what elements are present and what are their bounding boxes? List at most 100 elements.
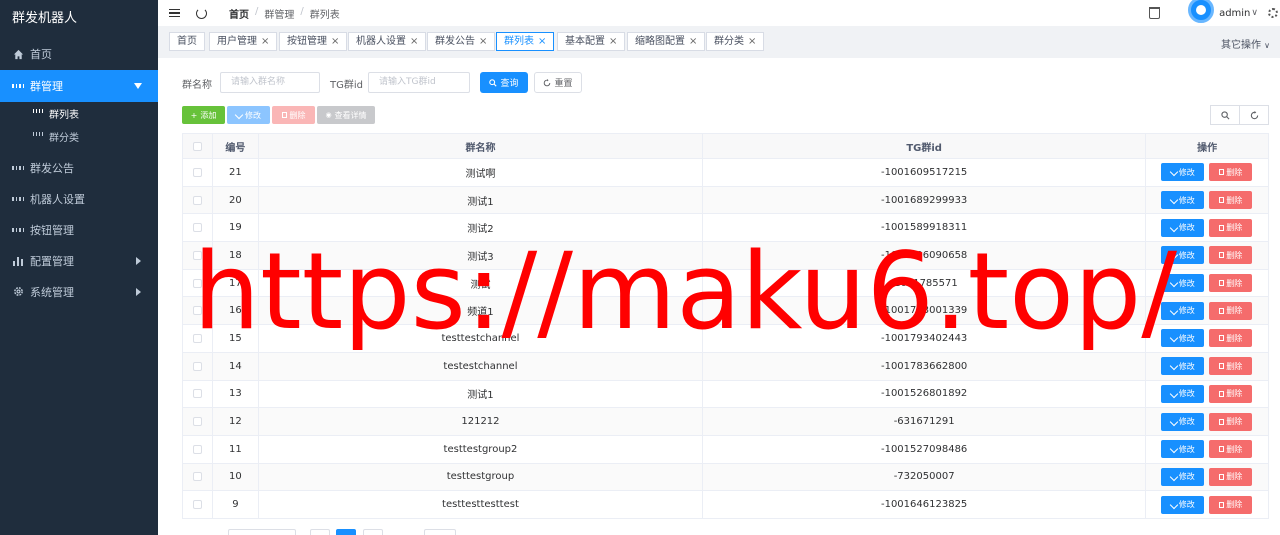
tg-id-input[interactable]: 请输入TG群id [368,72,470,93]
query-button[interactable]: 查询 [480,72,528,93]
row-edit-button[interactable]: 修改 [1161,218,1205,237]
row-edit-button[interactable]: 修改 [1161,412,1205,431]
tab-group-category[interactable]: 群分类 × [706,32,765,51]
row-edit-button[interactable]: 修改 [1161,467,1205,486]
tab-button-management[interactable]: 按钮管理 × [279,32,348,51]
row-delete-button[interactable]: 删除 [1209,218,1253,237]
row-delete-button[interactable]: 删除 [1209,329,1253,348]
tab-user-management[interactable]: 用户管理 × [209,32,278,51]
row-checkbox[interactable] [192,278,202,288]
tags-more-actions[interactable]: 其它操作 ∨ [1221,36,1270,51]
sidebar-item-config-management[interactable]: 配置管理 [0,245,158,276]
row-checkbox[interactable] [192,333,202,343]
prev-page-button[interactable] [310,529,330,535]
chevron-down-icon[interactable]: ∨ [1251,8,1258,18]
select-cell [183,325,213,352]
sidebar-item-group-management[interactable]: 群管理 [0,70,158,102]
breadcrumb-item[interactable]: 首页 [229,6,249,21]
close-icon[interactable]: × [410,36,418,47]
row-delete-button[interactable]: 删除 [1209,384,1253,403]
sidebar-item-system-management[interactable]: 系统管理 [0,276,158,307]
tab-home[interactable]: 首页 [169,32,205,51]
row-group-name: testtesttesttest [259,491,704,518]
page-number-current[interactable] [336,529,356,535]
breadcrumb-item[interactable]: 群管理 [264,6,294,21]
refresh-icon [544,78,551,86]
group-name-input[interactable]: 请输入群名称 [220,72,320,93]
row-delete-button[interactable]: 删除 [1209,412,1253,431]
trash-icon [1219,335,1225,342]
close-icon[interactable]: × [479,36,487,47]
row-checkbox[interactable] [192,306,202,316]
sidebar-subitem-group-list[interactable]: 群列表 [0,102,158,125]
row-delete-button[interactable]: 删除 [1209,301,1253,320]
view-details-button[interactable]: ◉ 查看详情 [317,106,375,124]
row-delete-button[interactable]: 删除 [1209,495,1253,514]
hamburger-icon[interactable] [169,8,180,18]
tab-bot-settings[interactable]: 机器人设置 × [348,32,427,51]
row-edit-button[interactable]: 修改 [1161,384,1205,403]
row-checkbox[interactable] [192,361,202,371]
add-button[interactable]: + 添加 [182,106,225,124]
reset-button[interactable]: 重置 [534,72,582,93]
row-checkbox[interactable] [192,472,202,482]
row-delete-button[interactable]: 删除 [1209,357,1253,376]
toggle-search-button[interactable] [1210,105,1240,125]
refresh-icon[interactable] [196,7,207,19]
row-delete-button[interactable]: 删除 [1209,163,1253,182]
close-icon[interactable]: × [689,36,697,47]
tab-announcement[interactable]: 群发公告 × [427,32,496,51]
row-tg-id: -1001527098486 [703,435,1147,463]
row-checkbox[interactable] [192,223,202,233]
refresh-table-button[interactable] [1239,105,1269,125]
sidebar-subitem-group-category[interactable]: 群分类 [0,125,158,148]
tab-label: 机器人设置 [356,36,406,47]
user-name[interactable]: admin [1219,8,1250,19]
row-delete-label: 删除 [1226,333,1243,343]
row-checkbox[interactable] [192,389,202,399]
row-edit-button[interactable]: 修改 [1161,163,1205,182]
settings-icon[interactable] [1268,8,1278,18]
tab-thumbnail-config[interactable]: 缩略图配置 × [627,32,706,51]
row-delete-button[interactable]: 删除 [1209,440,1253,459]
row-delete-button[interactable]: 删除 [1209,274,1253,293]
row-delete-button[interactable]: 删除 [1209,467,1253,486]
sidebar-item-button-management[interactable]: 按钮管理 [0,214,158,245]
plus-icon: + [190,110,198,120]
trash-icon[interactable] [1149,7,1161,19]
sidebar-item-home[interactable]: 首页 [0,38,158,70]
close-icon[interactable]: × [748,36,756,47]
next-page-button[interactable] [363,529,383,535]
sidebar-item-bot-settings[interactable]: 机器人设置 [0,183,158,214]
row-edit-button[interactable]: 修改 [1161,495,1205,514]
close-icon[interactable]: × [261,36,269,47]
page-size-select[interactable] [228,529,296,535]
tab-basic-config[interactable]: 基本配置 × [557,32,626,51]
select-all-checkbox[interactable] [192,141,202,151]
row-edit-button[interactable]: 修改 [1161,191,1205,210]
row-checkbox[interactable] [192,417,202,427]
sidebar-item-announcement[interactable]: 群发公告 [0,152,158,183]
row-edit-button[interactable]: 修改 [1161,246,1205,265]
row-checkbox[interactable] [192,250,202,260]
row-delete-button[interactable]: 删除 [1209,191,1253,210]
close-icon[interactable]: × [609,36,617,47]
goto-page-input[interactable] [424,529,456,535]
edit-button[interactable]: 修改 [227,106,270,124]
row-edit-button[interactable]: 修改 [1161,301,1205,320]
row-edit-button[interactable]: 修改 [1161,440,1205,459]
row-edit-button[interactable]: 修改 [1161,357,1205,376]
close-icon[interactable]: × [331,36,339,47]
row-edit-button[interactable]: 修改 [1161,274,1205,293]
avatar[interactable] [1188,0,1215,23]
row-checkbox[interactable] [192,167,202,177]
row-delete-button[interactable]: 删除 [1209,246,1253,265]
row-edit-label: 修改 [1178,500,1195,510]
row-checkbox[interactable] [192,500,202,510]
row-edit-button[interactable]: 修改 [1161,329,1205,348]
close-icon[interactable]: × [538,36,546,47]
row-checkbox[interactable] [192,195,202,205]
delete-button[interactable]: 删除 [272,106,315,124]
tab-group-list[interactable]: 群列表 × [496,32,555,51]
row-checkbox[interactable] [192,444,202,454]
